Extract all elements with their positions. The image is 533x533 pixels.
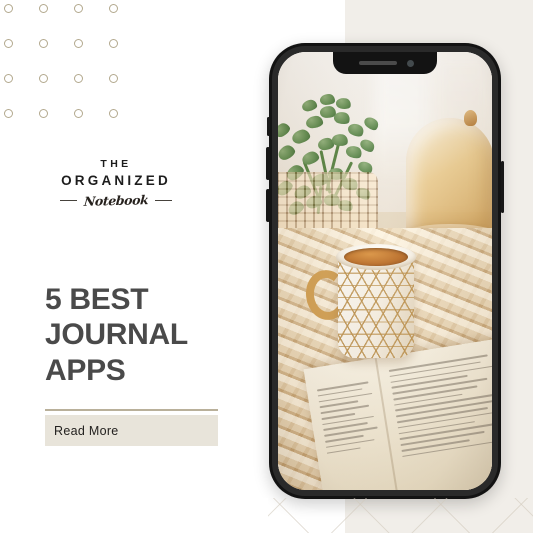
book-column-right xyxy=(388,354,492,462)
logo-rule-right xyxy=(155,199,173,201)
grid-dot xyxy=(109,4,118,13)
plant-leaf xyxy=(305,115,324,129)
read-more-button[interactable]: Read More xyxy=(45,415,218,446)
cloche-knob xyxy=(464,110,477,126)
plant-leaf xyxy=(362,114,381,133)
book-column-left xyxy=(316,381,383,458)
grid-dot xyxy=(39,74,48,83)
page-title: 5 BEST JOURNAL APPS xyxy=(45,283,188,387)
grid-dot xyxy=(4,4,13,13)
phone-notch xyxy=(333,52,437,74)
grid-dot xyxy=(109,39,118,48)
grid-dot xyxy=(109,109,118,118)
poster-canvas: THE ORGANIZED Notebook 5 BEST JOURNAL AP… xyxy=(0,0,533,533)
brand-logo-script-row: Notebook xyxy=(36,191,196,209)
circle-dot-grid xyxy=(0,0,130,140)
book-text-line xyxy=(326,447,361,454)
plant-leaf xyxy=(335,96,352,111)
plant-leaf xyxy=(346,120,366,140)
volume-down-button[interactable] xyxy=(266,189,270,222)
grid-dot xyxy=(74,39,83,48)
brand-logo: THE ORGANIZED Notebook xyxy=(36,158,196,209)
diagonal-crosshatch-pattern xyxy=(268,498,533,533)
power-button[interactable] xyxy=(500,161,504,213)
grid-dot xyxy=(39,39,48,48)
plant-leaf xyxy=(332,110,352,126)
brand-logo-line1: THE xyxy=(100,158,132,170)
logo-rule-left xyxy=(59,199,77,201)
brand-logo-line2: ORGANIZED xyxy=(61,173,171,189)
grid-dot xyxy=(109,74,118,83)
grid-dot xyxy=(39,109,48,118)
grid-dot xyxy=(39,4,48,13)
read-more-label: Read More xyxy=(54,423,119,438)
plant-leaf xyxy=(300,149,321,167)
bottom-white-strip xyxy=(0,498,268,533)
plant-leaf xyxy=(320,94,335,105)
earpiece-speaker-icon xyxy=(359,61,397,65)
volume-up-button[interactable] xyxy=(266,147,270,180)
screen-photo xyxy=(278,52,492,490)
grid-dot xyxy=(74,74,83,83)
photo-glass-cloche xyxy=(406,118,492,236)
phone-screen[interactable] xyxy=(278,52,492,490)
brand-logo-script: Notebook xyxy=(83,191,149,209)
grid-dot xyxy=(4,39,13,48)
grid-dot xyxy=(4,109,13,118)
plant-leaf xyxy=(290,128,312,145)
grid-dot xyxy=(4,74,13,83)
grid-dot xyxy=(74,4,83,13)
plant-leaf xyxy=(278,120,292,140)
grid-dot xyxy=(74,109,83,118)
plant-leaf xyxy=(301,98,318,113)
mug-tea-liquid xyxy=(344,248,408,266)
plant-leaf xyxy=(278,143,297,162)
smartphone-mockup xyxy=(266,43,504,499)
silent-switch[interactable] xyxy=(266,117,270,136)
front-camera-icon xyxy=(407,59,414,67)
cta-divider-rule xyxy=(45,409,218,411)
